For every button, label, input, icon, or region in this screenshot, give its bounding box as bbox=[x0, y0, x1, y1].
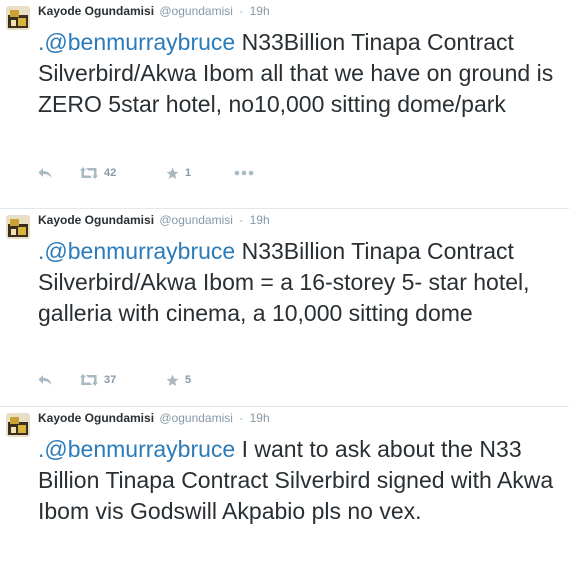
reply-arrow-icon bbox=[38, 375, 52, 385]
display-name[interactable]: Kayode Ogundamisi bbox=[38, 411, 154, 425]
favorite-button[interactable]: 5 bbox=[166, 370, 191, 390]
retweet-icon bbox=[80, 167, 98, 179]
retweet-button[interactable]: 37 bbox=[80, 370, 116, 390]
star-icon bbox=[166, 167, 179, 179]
separator-dot: · bbox=[239, 213, 244, 227]
reply-arrow-icon bbox=[38, 168, 52, 178]
mention-link[interactable]: .@benmurraybruce bbox=[38, 238, 235, 264]
display-name[interactable]: Kayode Ogundamisi bbox=[38, 213, 154, 227]
favorite-button[interactable]: 1 bbox=[166, 163, 191, 183]
timestamp[interactable]: 19h bbox=[250, 411, 270, 425]
tweet-timeline: Kayode Ogundamisi @ogundamisi · 19h .@be… bbox=[0, 0, 569, 575]
user-handle[interactable]: @ogundamisi bbox=[159, 4, 233, 18]
ellipsis-icon bbox=[234, 170, 254, 176]
mention-link[interactable]: .@benmurraybruce bbox=[38, 29, 235, 55]
user-handle[interactable]: @ogundamisi bbox=[159, 213, 233, 227]
avatar[interactable] bbox=[6, 6, 30, 30]
reply-button[interactable] bbox=[38, 370, 52, 390]
avatar[interactable] bbox=[6, 215, 30, 239]
reply-button[interactable] bbox=[38, 163, 52, 183]
tweet-text: .@benmurraybruce N33Billion Tinapa Contr… bbox=[38, 236, 563, 329]
tweet-header: Kayode Ogundamisi @ogundamisi · 19h bbox=[38, 3, 270, 19]
tweet-header: Kayode Ogundamisi @ogundamisi · 19h bbox=[38, 212, 270, 228]
timestamp[interactable]: 19h bbox=[250, 213, 270, 227]
timestamp[interactable]: 19h bbox=[250, 4, 270, 18]
star-icon bbox=[166, 374, 179, 386]
separator-dot: · bbox=[239, 411, 244, 425]
favorite-count: 5 bbox=[185, 374, 192, 386]
display-name[interactable]: Kayode Ogundamisi bbox=[38, 4, 154, 18]
avatar[interactable] bbox=[6, 413, 30, 437]
user-handle[interactable]: @ogundamisi bbox=[159, 411, 233, 425]
retweet-icon bbox=[80, 374, 98, 386]
retweet-button[interactable]: 42 bbox=[80, 163, 116, 183]
retweet-count: 42 bbox=[104, 167, 117, 179]
retweet-count: 37 bbox=[104, 374, 117, 386]
favorite-count: 1 bbox=[185, 167, 192, 179]
separator-dot: · bbox=[239, 4, 244, 18]
tweet-header: Kayode Ogundamisi @ogundamisi · 19h bbox=[38, 410, 270, 426]
tweet[interactable]: Kayode Ogundamisi @ogundamisi · 19h .@be… bbox=[0, 406, 569, 576]
tweet[interactable]: Kayode Ogundamisi @ogundamisi · 19h .@be… bbox=[0, 0, 569, 196]
tweet-text: .@benmurraybruce N33Billion Tinapa Contr… bbox=[38, 27, 563, 120]
tweet[interactable]: Kayode Ogundamisi @ogundamisi · 19h .@be… bbox=[0, 208, 569, 397]
tweet-text: .@benmurraybruce I want to ask about the… bbox=[38, 434, 563, 527]
mention-link[interactable]: .@benmurraybruce bbox=[38, 436, 235, 462]
more-button[interactable] bbox=[234, 163, 254, 183]
